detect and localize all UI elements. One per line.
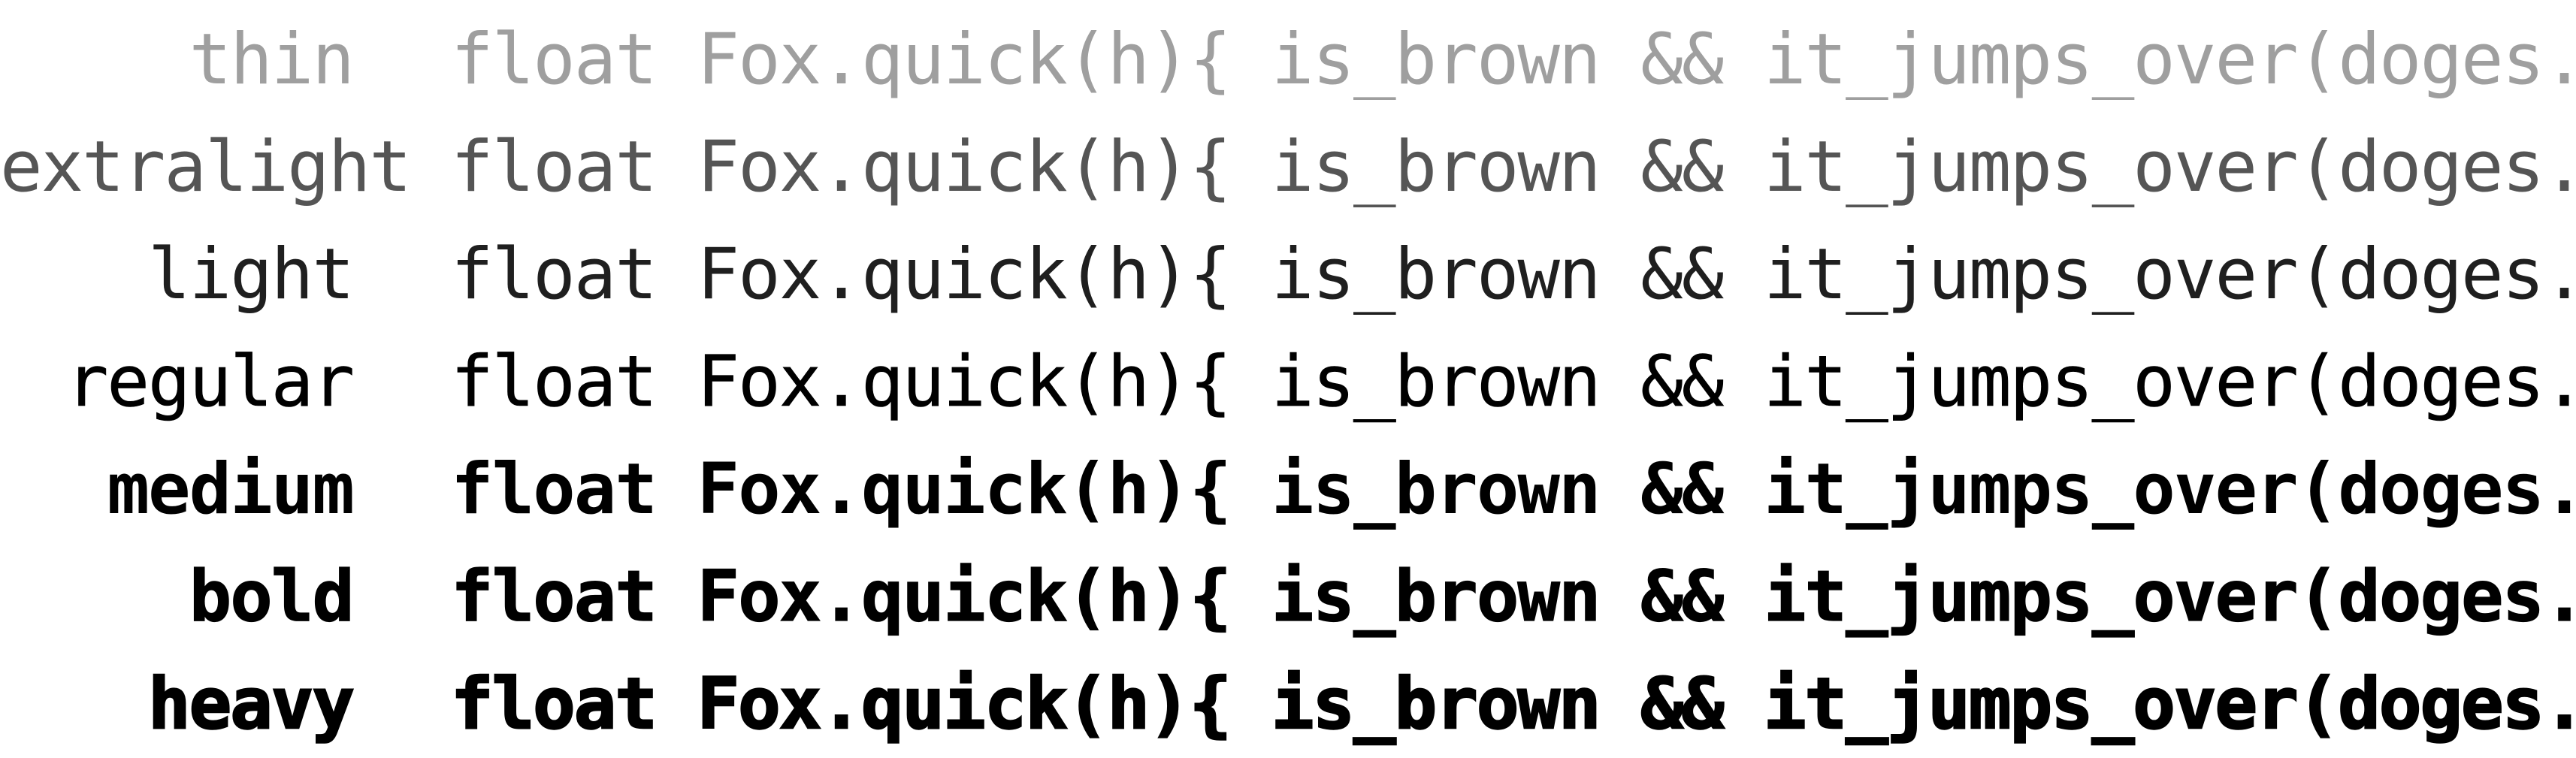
weight-row-heavy: heavy float Fox.quick(h){ is_brown && it… — [0, 651, 2576, 758]
font-weight-specimen: thin float Fox.quick(h){ is_brown && it_… — [0, 6, 2576, 758]
weight-label-thin: thin — [189, 19, 355, 101]
weight-row-regular: regular float Fox.quick(h){ is_brown && … — [0, 328, 2576, 436]
weight-label-extralight: extralight — [0, 126, 412, 208]
sample-code-bold: float Fox.quick(h){ is_brown && it_jumps… — [450, 555, 2576, 638]
weight-label-medium: medium — [107, 448, 355, 530]
sample-code-thin: float Fox.quick(h){ is_brown && it_jumps… — [451, 19, 2576, 101]
weight-label-regular: regular — [65, 341, 355, 424]
weight-row-thin: thin float Fox.quick(h){ is_brown && it_… — [0, 6, 2576, 113]
sample-code-heavy: float Fox.quick(h){ is_brown && it_jumps… — [450, 663, 2576, 746]
sample-code-regular: float Fox.quick(h){ is_brown && it_jumps… — [451, 341, 2576, 424]
weight-label-bold: bold — [189, 555, 355, 638]
sample-code-medium: float Fox.quick(h){ is_brown && it_jumps… — [451, 448, 2576, 530]
weight-row-medium: medium float Fox.quick(h){ is_brown && i… — [0, 436, 2576, 543]
weight-label-light: light — [148, 234, 355, 316]
weight-row-extralight: extralight float Fox.quick(h){ is_brown … — [0, 113, 2576, 221]
sample-code-extralight: float Fox.quick(h){ is_brown && it_jumps… — [451, 126, 2576, 208]
weight-row-light: light float Fox.quick(h){ is_brown && it… — [0, 221, 2576, 328]
weight-label-heavy: heavy — [147, 663, 355, 746]
sample-code-light: float Fox.quick(h){ is_brown && it_jumps… — [451, 234, 2576, 316]
weight-row-bold: bold float Fox.quick(h){ is_brown && it_… — [0, 543, 2576, 651]
